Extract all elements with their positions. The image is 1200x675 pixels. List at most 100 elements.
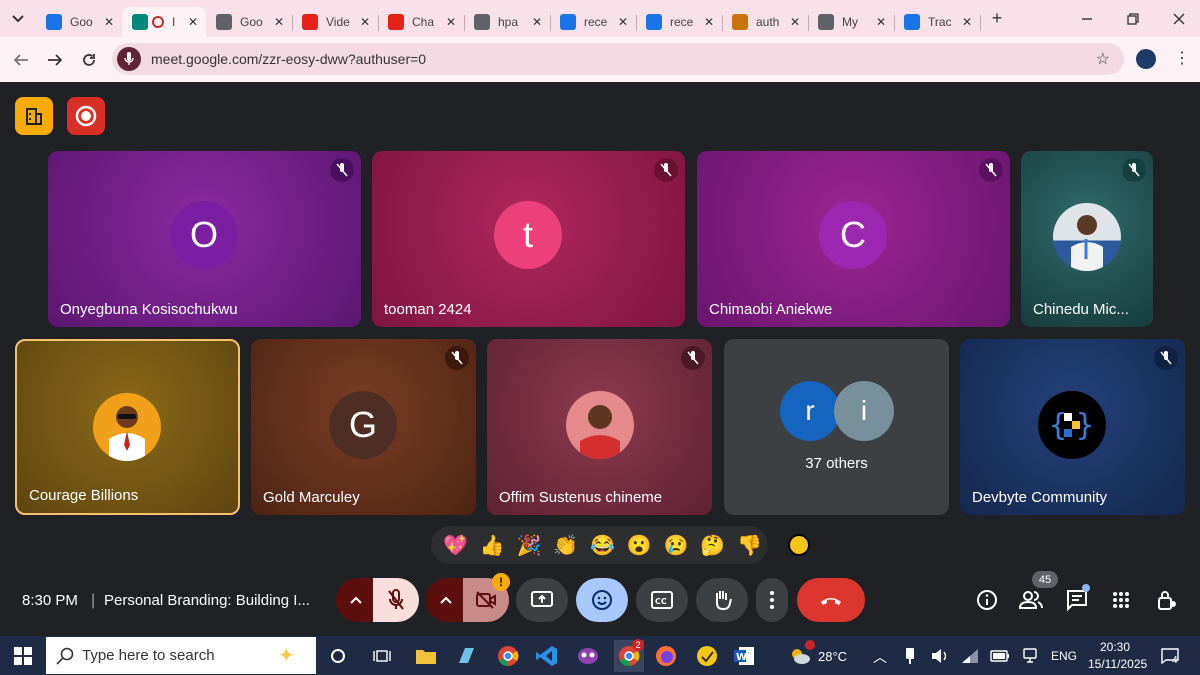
calendar-icon (46, 13, 62, 30)
taskbar-app-notes[interactable] (454, 644, 478, 668)
recorder-icon (646, 13, 662, 30)
back-button[interactable] (4, 43, 38, 77)
address-bar[interactable]: meet.google.com/zzr-eosy-dww?authuser=0 … (112, 43, 1124, 75)
notes-icon (459, 648, 474, 663)
raise-hand-button[interactable] (696, 578, 748, 622)
participant-tile[interactable]: t tooman 2424 (372, 151, 685, 327)
meeting-info-button[interactable] (15, 97, 53, 135)
minimize-icon (1082, 17, 1092, 20)
reaction-emoji[interactable]: 🤔 (694, 533, 731, 558)
tray-chevron-up-icon[interactable]: ︿ (873, 647, 887, 667)
participant-tile-speaking[interactable]: Courage Billions (15, 339, 240, 515)
bookmark-star-icon[interactable]: ☆ (1096, 49, 1110, 69)
participant-tile[interactable]: G Gold Marculey (251, 339, 476, 515)
present-screen-button[interactable] (516, 578, 568, 622)
tab-search-button[interactable] (0, 0, 36, 37)
reaction-emoji[interactable]: 💖 (437, 533, 474, 558)
tab-close-icon[interactable]: ✕ (444, 15, 458, 29)
tab-close-icon[interactable]: ✕ (788, 15, 802, 29)
tab-close-icon[interactable]: ✕ (616, 15, 630, 29)
recording-indicator-button[interactable] (67, 97, 105, 135)
participant-tile[interactable]: Chinedu Mic... (1021, 151, 1153, 327)
reload-button[interactable] (72, 43, 106, 77)
end-call-icon (821, 598, 841, 605)
minimize-button[interactable] (1064, 0, 1110, 37)
mic-toggle-button[interactable] (373, 578, 419, 622)
notifications-button[interactable] (1158, 644, 1182, 668)
taskbar-app-chrome-profile[interactable] (496, 644, 520, 668)
browser-tab[interactable]: rece ✕ (550, 7, 637, 37)
tab-close-icon[interactable]: ✕ (530, 15, 544, 29)
start-button[interactable] (11, 644, 35, 668)
reaction-emoji[interactable]: 👍 (474, 533, 511, 558)
participant-tile[interactable]: Offim Sustenus chineme (487, 339, 712, 515)
browser-tab[interactable]: Goo ✕ (206, 7, 293, 37)
activities-button[interactable] (1106, 578, 1136, 622)
mic-off-icon (330, 158, 354, 182)
present-icon (531, 591, 553, 607)
taskbar-app-file-explorer[interactable] (414, 644, 438, 668)
taskbar-search-box[interactable]: Type here to search ✦ (46, 637, 316, 674)
close-window-button[interactable] (1156, 0, 1200, 37)
wifi-icon[interactable] (958, 644, 982, 668)
restore-button[interactable] (1110, 0, 1156, 37)
profile-avatar[interactable] (1136, 49, 1156, 69)
taskbar-app-game[interactable] (576, 644, 600, 668)
reaction-emoji[interactable]: 👎 (731, 533, 768, 558)
tab-close-icon[interactable]: ✕ (272, 15, 286, 29)
reaction-emoji[interactable]: 👏 (547, 533, 584, 558)
clock-date[interactable]: 15/11/2025 (1088, 657, 1147, 671)
widgets-button[interactable] (370, 644, 394, 668)
participant-tile[interactable]: O Onyegbuna Kosisochukwu (48, 151, 361, 327)
participant-tile[interactable]: {} Devbyte Community (960, 339, 1185, 515)
others-tile[interactable]: r i 37 others (724, 339, 949, 515)
meeting-details-button[interactable] (972, 578, 1002, 622)
more-options-button[interactable] (756, 578, 788, 622)
tab-close-icon[interactable]: ✕ (186, 15, 200, 29)
browser-tab[interactable]: hpa ✕ (464, 7, 551, 37)
browser-tab[interactable]: Trac ✕ (894, 7, 981, 37)
reaction-emoji[interactable]: 😂 (584, 533, 621, 558)
video-options-button[interactable] (426, 578, 466, 622)
browser-tab[interactable]: Goo ✕ (36, 7, 123, 37)
browser-tab[interactable]: Vide ✕ (292, 7, 379, 37)
tab-label: My (842, 14, 858, 29)
task-view-button[interactable] (326, 644, 350, 668)
participant-tile[interactable]: C Chimaobi Aniekwe (697, 151, 1010, 327)
site-mic-indicator[interactable] (117, 47, 141, 71)
tab-close-icon[interactable]: ✕ (702, 15, 716, 29)
browser-tab[interactable]: My ✕ (808, 7, 895, 37)
audio-options-button[interactable] (336, 578, 376, 622)
browser-tab[interactable]: Cha ✕ (378, 7, 465, 37)
taskbar-app-firefox[interactable] (654, 644, 678, 668)
usb-icon[interactable] (898, 644, 922, 668)
leave-call-button[interactable] (797, 578, 865, 622)
language-indicator[interactable]: ENG (1051, 649, 1077, 663)
reaction-emoji[interactable]: 🎉 (511, 533, 548, 558)
tab-close-icon[interactable]: ✕ (874, 15, 888, 29)
host-controls-button[interactable] (1152, 578, 1182, 622)
reactions-button[interactable] (576, 578, 628, 622)
url-text: meet.google.com/zzr-eosy-dww?authuser=0 (151, 51, 427, 67)
browser-tab[interactable]: auth ✕ (722, 7, 809, 37)
reaction-emoji[interactable]: 😮 (621, 533, 658, 558)
taskbar-app-vscode[interactable] (535, 644, 559, 668)
taskbar-app-norton[interactable] (695, 644, 719, 668)
browser-menu-icon[interactable]: ⋮ (1174, 48, 1190, 68)
skin-tone-selector[interactable] (788, 534, 810, 556)
volume-icon[interactable] (928, 644, 952, 668)
browser-tab[interactable]: rece ✕ (636, 7, 723, 37)
display-icon[interactable] (1018, 644, 1042, 668)
forward-button[interactable] (38, 43, 72, 77)
taskbar-app-word[interactable]: W (732, 644, 756, 668)
chrome-badge: 2 (632, 639, 644, 651)
clock-time[interactable]: 20:30 (1100, 640, 1130, 654)
captions-button[interactable]: CC (636, 578, 688, 622)
browser-tab[interactable]: I ✕ (122, 6, 206, 37)
new-tab-button[interactable]: + (980, 8, 1014, 29)
tab-close-icon[interactable]: ✕ (358, 15, 372, 29)
battery-icon[interactable] (988, 644, 1012, 668)
tab-close-icon[interactable]: ✕ (102, 15, 116, 29)
reaction-emoji[interactable]: 😢 (658, 533, 695, 558)
tab-close-icon[interactable]: ✕ (960, 15, 974, 29)
